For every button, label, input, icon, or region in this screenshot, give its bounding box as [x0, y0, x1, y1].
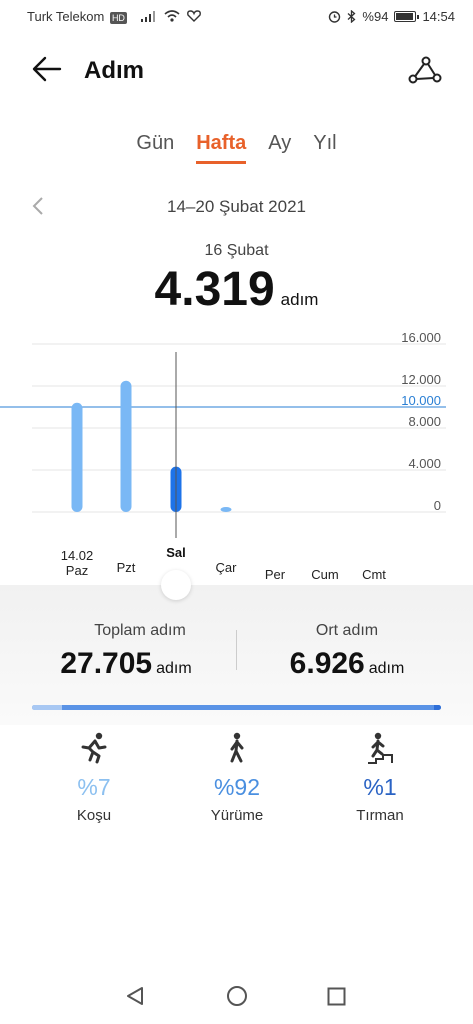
climbing-label: Tırman [356, 807, 404, 824]
total-steps: 27.705 adım [16, 647, 236, 681]
tab-day[interactable]: Gün [136, 132, 174, 164]
back-button[interactable] [30, 52, 64, 86]
tab-year[interactable]: Yıl [313, 132, 336, 164]
x-tick-label: Çar [216, 560, 238, 575]
chart-bar[interactable] [120, 380, 132, 512]
total-steps-label: Toplam adım [94, 622, 186, 639]
activity-climbing: %1 Tırman [320, 732, 440, 824]
running-percent: %7 [77, 774, 111, 800]
heart-icon [186, 10, 201, 22]
status-bar: Turk Telekom HD %94 14:54 [0, 0, 473, 34]
average-steps-label: Ort adım [315, 622, 379, 639]
carrier-name: Turk Telekom HD [27, 9, 201, 24]
x-tick-label: Per [265, 567, 286, 582]
x-tick-label: Cmt [362, 567, 386, 582]
battery-percent: %94 [362, 9, 389, 24]
page-title: Adım [84, 57, 144, 84]
selected-steps: 4.319 adım [0, 262, 473, 317]
x-tick-label: Sal [166, 545, 186, 560]
bluetooth-icon [347, 10, 356, 23]
y-tick-label: 16.000 [401, 330, 441, 345]
x-date-label: 14.02 [61, 548, 94, 563]
y-tick-label: 12.000 [401, 372, 441, 387]
chart-bar[interactable] [71, 402, 83, 512]
y-tick-label: 4.000 [408, 456, 441, 471]
nav-home-button[interactable] [226, 985, 248, 1012]
nav-back-button[interactable] [124, 985, 146, 1012]
tab-week[interactable]: Hafta [196, 132, 247, 164]
signal-icon [140, 11, 155, 22]
x-tick-label: Cum [311, 567, 338, 582]
x-tick-label: Pzt [117, 560, 136, 575]
chart-bar[interactable] [220, 507, 232, 512]
average-steps: 6.926 adım [237, 647, 457, 681]
square-recent-icon [327, 987, 346, 1006]
climbing-segment [434, 705, 441, 710]
total-steps-unit: adım [156, 660, 192, 677]
triangle-back-icon [127, 987, 143, 1005]
selected-steps-unit: adım [280, 290, 319, 309]
average-steps-value: 6.926 [289, 647, 365, 680]
climbing-icon [368, 732, 393, 764]
activity-walking: %92 Yürüme [177, 732, 297, 824]
total-steps-value: 27.705 [60, 647, 153, 680]
weekly-steps-chart[interactable]: 16.000 12.000 10.000 8.000 4.000 0 14.02Paz Pzt… [0, 330, 473, 590]
clock: 14:54 [422, 9, 455, 24]
alarm-icon [329, 11, 341, 23]
selected-steps-value: 4.319 [154, 263, 275, 316]
climbing-percent: %1 [363, 774, 397, 800]
chart-drag-handle[interactable] [161, 570, 191, 600]
route-button[interactable] [406, 54, 442, 86]
date-range: 14–20 Şubat 2021 [167, 197, 306, 216]
walking-label: Yürüme [210, 807, 264, 824]
tab-month[interactable]: Ay [268, 132, 291, 164]
y-tick-label: 0 [434, 498, 441, 513]
activity-running: %7 Koşu [34, 732, 154, 824]
period-tabs: Gün Hafta Ay Yıl [0, 132, 473, 164]
route-icon [408, 56, 442, 84]
selected-date: 16 Şubat [204, 242, 269, 259]
battery-icon [394, 11, 420, 22]
y-tick-label: 10.000 [401, 393, 441, 408]
wifi-icon [164, 10, 180, 22]
hd-badge: HD [109, 12, 127, 24]
circle-home-icon [227, 986, 247, 1006]
walking-percent: %92 [213, 774, 261, 800]
running-icon [81, 732, 107, 764]
running-segment [32, 705, 62, 710]
running-label: Koşu [76, 807, 112, 824]
x-tick-label: Paz [66, 563, 88, 578]
y-tick-label: 8.000 [408, 414, 441, 429]
arrow-left-icon [32, 56, 62, 82]
nav-recent-button[interactable] [327, 987, 346, 1011]
walking-icon [230, 732, 244, 763]
average-steps-unit: adım [368, 660, 405, 677]
activity-distribution-bar [32, 705, 441, 710]
